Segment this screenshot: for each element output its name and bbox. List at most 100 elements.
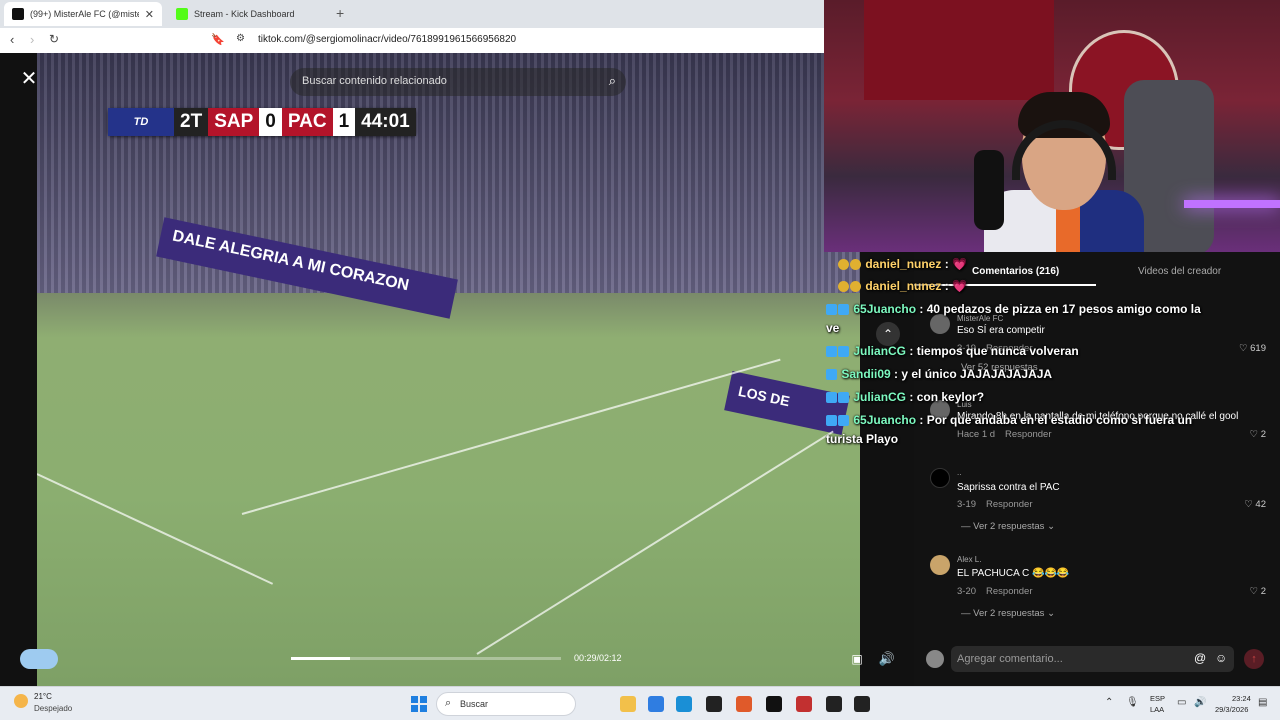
streamer-webcam bbox=[824, 0, 1280, 252]
view-replies-button[interactable]: — Ver 2 respuestas ⌄ bbox=[961, 521, 1055, 532]
weather-icon[interactable] bbox=[14, 694, 28, 708]
chat-text: 💗 bbox=[952, 257, 967, 271]
search-icon[interactable]: ⌕ bbox=[609, 73, 616, 89]
new-tab-button[interactable]: + bbox=[336, 5, 344, 21]
extension-badge[interactable] bbox=[20, 649, 58, 669]
comment-user[interactable]: .. bbox=[957, 468, 961, 477]
tab-label: (99+) MisterAle FC (@mistera bbox=[30, 9, 139, 19]
kick-favicon-icon bbox=[176, 8, 188, 20]
tab-kick[interactable]: Stream - Kick Dashboard bbox=[168, 2, 328, 26]
taskbar-app-icon[interactable] bbox=[676, 696, 692, 712]
away-team: PAC bbox=[281, 108, 333, 136]
match-scoreboard: TD 2T SAP 0 PAC 1 44:01 bbox=[108, 108, 416, 136]
view-replies-button[interactable]: — Ver 2 respuestas ⌄ bbox=[961, 608, 1055, 619]
taskbar-app-icon[interactable] bbox=[620, 696, 636, 712]
taskbar-app-icon[interactable] bbox=[648, 696, 664, 712]
comment-input[interactable] bbox=[951, 646, 1234, 672]
chat-text: 💗 bbox=[952, 279, 967, 293]
chat-message: daniel_nunez : 💗 bbox=[838, 257, 967, 271]
send-comment-button[interactable]: ↑ bbox=[1244, 649, 1264, 669]
avatar[interactable] bbox=[930, 555, 950, 575]
reply-button[interactable]: Responder bbox=[986, 586, 1032, 597]
badge-icon bbox=[838, 392, 849, 404]
taskbar-app-icon[interactable] bbox=[766, 696, 782, 712]
start-button[interactable] bbox=[411, 696, 427, 712]
close-video-icon[interactable]: ✕ bbox=[18, 68, 40, 90]
away-score: 1 bbox=[332, 108, 356, 136]
comment-likes[interactable]: ♡ 2 bbox=[1250, 429, 1266, 440]
avatar bbox=[926, 650, 944, 668]
tab-bar: (99+) MisterAle FC (@mistera ✕ Stream - … bbox=[0, 0, 824, 28]
taskbar-app-icon[interactable] bbox=[826, 696, 842, 712]
clock-time[interactable]: 23:24 bbox=[1232, 694, 1251, 703]
badge-icon bbox=[838, 415, 849, 427]
close-tab-icon[interactable]: ✕ bbox=[145, 8, 154, 21]
badge-icon bbox=[838, 281, 849, 293]
badge-icon bbox=[826, 369, 837, 381]
chat-message: 65Juancho : Por que andaba en el estadio… bbox=[826, 413, 1192, 427]
taskbar-app-icon[interactable] bbox=[706, 696, 722, 712]
site-info-icon[interactable]: ⚙ bbox=[236, 33, 245, 44]
network-icon[interactable]: ▭ bbox=[1177, 697, 1186, 708]
chat-username: JulianCG bbox=[853, 344, 907, 358]
address-bar: ‹ › ↻ 🔖 ⚙ tiktok.com/@sergiomolinacr/vid… bbox=[0, 28, 824, 53]
weather-description[interactable]: Despejado bbox=[34, 704, 72, 713]
comment-meta: 3-19 Responder bbox=[957, 499, 1033, 510]
home-team: SAP bbox=[208, 108, 260, 136]
comment-date: 3-19 bbox=[957, 499, 977, 510]
clock-date[interactable]: 29/3/2026 bbox=[1215, 705, 1248, 714]
pitch-line bbox=[241, 358, 781, 515]
notification-icon[interactable]: ▤ bbox=[1258, 697, 1267, 708]
video-progress-bar[interactable] bbox=[291, 657, 561, 660]
match-clock: 44:01 bbox=[355, 108, 416, 136]
badge-icon bbox=[826, 415, 837, 427]
keyboard-language[interactable]: ESP bbox=[1150, 694, 1165, 703]
volume-icon[interactable]: 🔊 bbox=[876, 648, 898, 670]
comment-user[interactable]: Alex L. bbox=[957, 555, 981, 564]
avatar[interactable] bbox=[930, 468, 950, 488]
badge-icon bbox=[838, 304, 849, 316]
comment-likes[interactable]: ♡ 2 bbox=[1250, 586, 1266, 597]
badge-icon bbox=[826, 346, 837, 358]
reply-button[interactable]: Responder bbox=[986, 499, 1032, 510]
keyboard-layout[interactable]: LAA bbox=[1150, 705, 1164, 714]
like-count: 2 bbox=[1260, 429, 1266, 440]
related-search-placeholder: Buscar contenido relacionado bbox=[302, 75, 447, 87]
reload-icon[interactable]: ↻ bbox=[49, 32, 59, 46]
bookmark-icon[interactable]: 🔖 bbox=[211, 33, 225, 46]
taskbar-app-icon[interactable] bbox=[796, 696, 812, 712]
view-replies-label: Ver 2 respuestas bbox=[973, 521, 1045, 532]
url-field[interactable]: tiktok.com/@sergiomolinacr/video/7618991… bbox=[258, 34, 516, 45]
taskbar-search[interactable]: ⌕ Buscar bbox=[436, 692, 576, 716]
taskbar-app-icon[interactable] bbox=[736, 696, 752, 712]
volume-icon[interactable]: 🔊 bbox=[1194, 697, 1206, 708]
comment-likes[interactable]: ♡ 619 bbox=[1239, 343, 1266, 354]
chevron-up-icon[interactable]: ⌃ bbox=[1105, 697, 1113, 708]
taskbar-app-icon[interactable] bbox=[854, 696, 870, 712]
chat-text: Por que andaba en el estadio como si fue… bbox=[926, 413, 1193, 427]
chat-username: daniel_nunez bbox=[865, 257, 942, 271]
tab-tiktok[interactable]: (99+) MisterAle FC (@mistera ✕ bbox=[4, 2, 162, 26]
tab-label: Stream - Kick Dashboard bbox=[194, 9, 295, 19]
mention-icon[interactable]: @ bbox=[1194, 651, 1206, 665]
forward-icon[interactable]: › bbox=[30, 32, 34, 47]
wall-flag bbox=[864, 0, 1054, 100]
chat-message-continuation: turista Playo bbox=[826, 432, 899, 446]
back-icon[interactable]: ‹ bbox=[10, 32, 14, 47]
related-search-box[interactable]: Buscar contenido relacionado ⌕ bbox=[290, 68, 626, 96]
comment-text: Saprissa contra el PAC bbox=[957, 482, 1060, 493]
broadcaster-logo: TD bbox=[108, 108, 174, 136]
weather-temperature[interactable]: 21°C bbox=[34, 692, 52, 701]
tiktok-favicon-icon bbox=[12, 8, 24, 20]
like-count: 42 bbox=[1255, 499, 1266, 510]
chat-text: 40 pedazos de pizza en 17 pesos amigo co… bbox=[926, 302, 1201, 316]
view-replies-label: Ver 2 respuestas bbox=[973, 608, 1045, 619]
video-player[interactable]: DALE ALEGRIA A MI CORAZON LOS DE bbox=[37, 53, 860, 686]
emoji-icon[interactable]: ☺ bbox=[1215, 651, 1227, 665]
video-progress-fill bbox=[291, 657, 351, 660]
comment-likes[interactable]: ♡ 42 bbox=[1244, 499, 1266, 510]
badge-icon bbox=[838, 346, 849, 358]
comment-meta: 3-20 Responder bbox=[957, 586, 1033, 597]
mini-player-icon[interactable]: ▣ bbox=[847, 648, 867, 670]
microphone-icon[interactable]: 🎙 bbox=[1126, 697, 1139, 708]
